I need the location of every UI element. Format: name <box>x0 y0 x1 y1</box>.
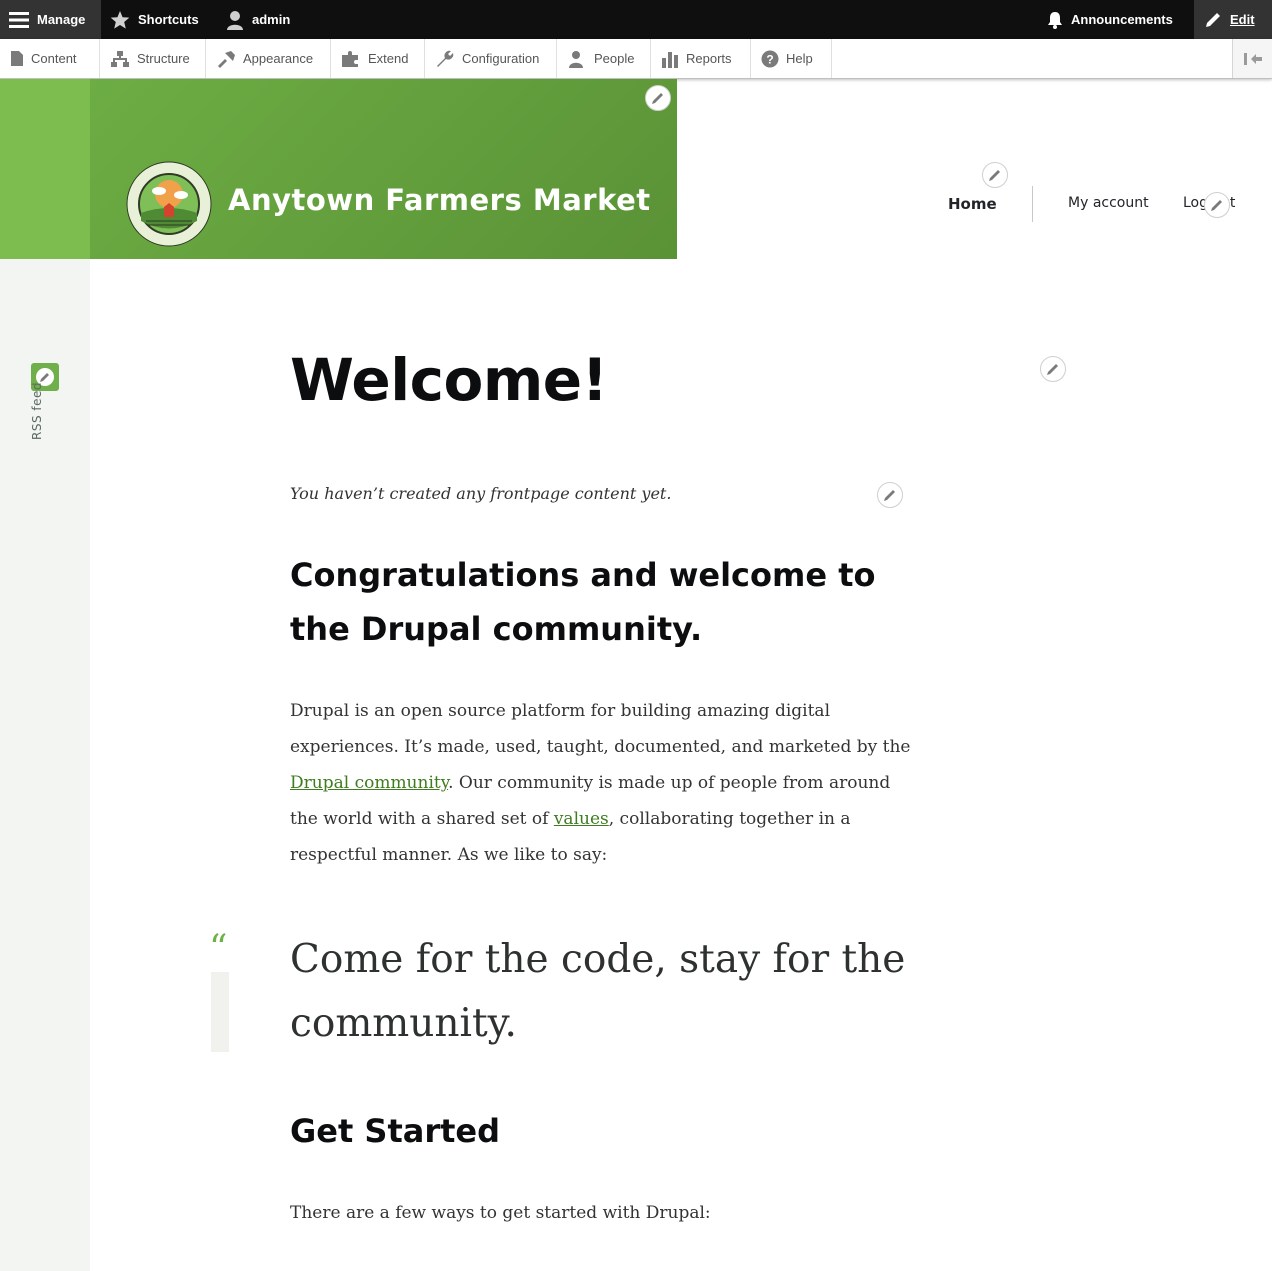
quote-bar <box>211 972 229 1052</box>
star-icon <box>110 10 130 29</box>
edit-branding-button[interactable] <box>645 85 671 111</box>
manage-button[interactable]: Manage <box>0 0 101 39</box>
menu-icon <box>9 11 29 28</box>
user-button[interactable]: admin <box>226 0 290 39</box>
tab-label: Content <box>31 51 77 66</box>
quote-mark: “ <box>209 928 228 969</box>
get-started-paragraph: There are a few ways to get started with… <box>290 1203 711 1223</box>
admin-toolbar: Manage Shortcuts admin Announcements Edi… <box>0 0 1272 39</box>
tab-content[interactable]: Content <box>0 39 100 78</box>
shortcuts-button[interactable]: Shortcuts <box>110 0 199 39</box>
bell-icon <box>1048 11 1062 29</box>
intro-text-start: Drupal is an open source platform for bu… <box>290 701 911 757</box>
reports-icon <box>662 51 678 68</box>
pencil-icon <box>1211 200 1222 211</box>
congrats-heading: Congratulations and welcome to the Drupa… <box>290 556 876 648</box>
edit-content-button[interactable] <box>877 482 903 508</box>
edit-account-menu-button[interactable] <box>1204 192 1230 218</box>
pencil-icon <box>1047 364 1058 375</box>
site-branding: Anytown Farmers Market <box>90 79 677 259</box>
content-icon <box>11 51 23 66</box>
empty-frontpage-note: You haven’t created any frontpage conten… <box>290 484 672 503</box>
tab-extend[interactable]: Extend <box>331 39 425 78</box>
edit-button[interactable]: Edit <box>1194 0 1272 39</box>
pencil-icon <box>1206 12 1220 27</box>
left-brand-stripe <box>0 79 90 259</box>
site-name[interactable]: Anytown Farmers Market <box>228 183 651 217</box>
edit-title-button[interactable] <box>1040 356 1066 382</box>
pencil-icon <box>989 170 1000 181</box>
rss-feed-link[interactable]: RSS feed <box>22 382 66 460</box>
tab-label: Structure <box>137 51 190 66</box>
structure-icon <box>111 50 129 67</box>
people-icon <box>569 50 583 68</box>
configuration-icon <box>437 50 454 67</box>
get-started-heading: Get Started <box>290 1112 501 1150</box>
nav-my-account[interactable]: My account <box>1068 195 1149 211</box>
help-icon: ? <box>761 50 779 67</box>
appearance-icon <box>218 50 235 68</box>
values-link[interactable]: values <box>554 809 609 829</box>
tab-label: Extend <box>368 51 409 66</box>
user-icon <box>227 10 243 30</box>
edit-label: Edit <box>1230 12 1255 27</box>
tab-help[interactable]: ? Help <box>751 39 832 78</box>
tab-label: Help <box>786 51 813 66</box>
tab-label: People <box>594 51 635 66</box>
tab-label: Appearance <box>243 51 314 66</box>
tab-configuration[interactable]: Configuration <box>425 39 557 78</box>
edit-nav-button[interactable] <box>982 162 1008 188</box>
tab-people[interactable]: People <box>557 39 651 78</box>
tab-reports[interactable]: Reports <box>651 39 751 78</box>
tab-appearance[interactable]: Appearance <box>206 39 331 78</box>
tab-label: Configuration <box>462 51 540 66</box>
page-title: Welcome! <box>290 346 608 414</box>
intro-paragraph: Drupal is an open source platform for bu… <box>290 693 920 873</box>
nav-divider <box>1032 186 1033 222</box>
manage-label: Manage <box>37 12 86 27</box>
blockquote: Come for the code, stay for the communit… <box>290 937 906 1046</box>
extend-icon <box>342 50 358 67</box>
shortcuts-label: Shortcuts <box>138 12 199 27</box>
pencil-icon <box>652 93 663 104</box>
user-label: admin <box>252 12 291 27</box>
admin-tray: Content Structure Appearance Extend Conf… <box>0 39 1272 79</box>
rss-feed-label: RSS feed <box>30 382 44 440</box>
pencil-icon <box>884 490 895 501</box>
collapse-icon <box>1243 52 1262 65</box>
collapse-tray-button[interactable] <box>1232 39 1272 78</box>
svg-text:?: ? <box>766 52 773 66</box>
site-logo[interactable] <box>126 161 212 247</box>
announcements-button[interactable]: Announcements <box>1047 0 1173 39</box>
drupal-community-link[interactable]: Drupal community <box>290 773 448 793</box>
announcements-label: Announcements <box>1071 12 1173 27</box>
tab-label: Reports <box>686 51 732 66</box>
tab-structure[interactable]: Structure <box>100 39 206 78</box>
nav-home[interactable]: Home <box>948 195 997 213</box>
